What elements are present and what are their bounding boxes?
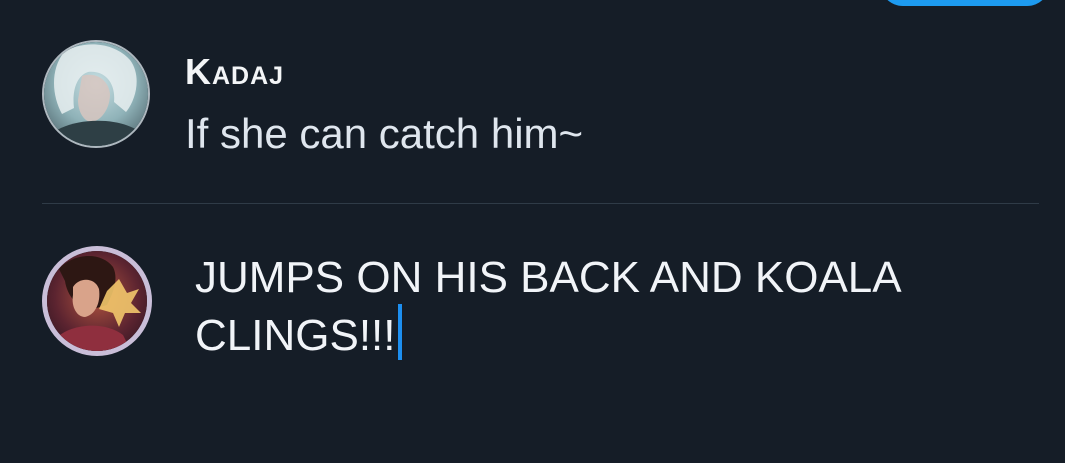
- reply-button[interactable]: [880, 0, 1050, 6]
- compose-text-input[interactable]: JUMPS ON HIS BACK AND KOALA CLINGS!!!: [195, 252, 1035, 362]
- compose-text-line-1: JUMPS ON HIS BACK AND KOALA: [195, 253, 902, 302]
- kadaj-avatar[interactable]: [42, 40, 150, 148]
- divider: [42, 203, 1039, 204]
- user-avatar[interactable]: [42, 246, 152, 356]
- reply-item: Kadaj If she can catch him~: [42, 40, 1042, 160]
- text-caret: [397, 304, 402, 360]
- reply-author-name[interactable]: Kadaj: [185, 52, 284, 92]
- compose-text-line-2: CLINGS!!!: [195, 311, 396, 360]
- reply-message-text: If she can catch him~: [185, 110, 584, 157]
- reply-thread-screen: Kadaj If she can catch him~ JUMPS ON HIS…: [0, 0, 1065, 463]
- reply-composer: JUMPS ON HIS BACK AND KOALA CLINGS!!!: [42, 246, 1042, 366]
